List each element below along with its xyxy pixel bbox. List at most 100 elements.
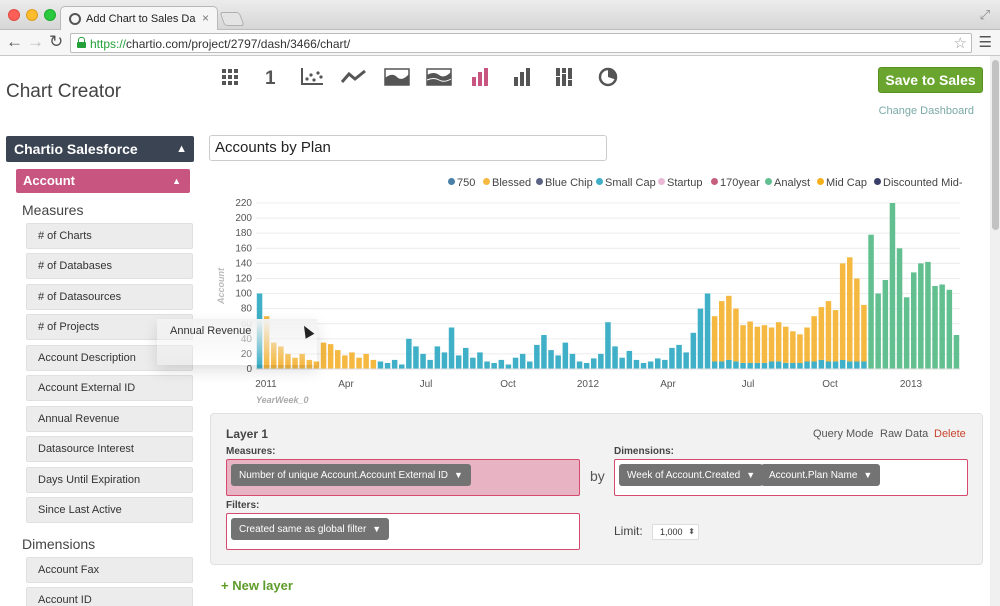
tab-title: Add Chart to Sales Dashboard: [86, 13, 196, 25]
legend-item[interactable]: Small Cap: [596, 177, 656, 189]
dropdown-caret-icon[interactable]: ▼: [863, 470, 872, 480]
browser-menu-icon[interactable]: ☰: [979, 33, 992, 51]
datasource-header[interactable]: Chartio Salesforce ▲: [6, 136, 194, 162]
measure-field[interactable]: Days Until Expiration: [26, 467, 193, 493]
bar-segment: [896, 248, 903, 369]
reload-icon[interactable]: ↻: [49, 32, 63, 52]
legend-item[interactable]: Discounted Mid-: [874, 177, 962, 189]
bar-segment: [754, 363, 761, 369]
dimension-pill[interactable]: Account.Plan Name ▼: [761, 464, 881, 486]
bar-segment: [598, 353, 604, 369]
page-scrollbar[interactable]: [990, 56, 1000, 606]
browser-tab[interactable]: Add Chart to Sales Dashboard ×: [60, 6, 218, 31]
new-tab-button[interactable]: [219, 12, 245, 26]
bar-segment: [925, 261, 931, 369]
y-axis-label: Account: [216, 267, 226, 305]
bar-segment: [541, 335, 547, 369]
measures-section-title: Measures: [22, 202, 84, 218]
collapse-caret-icon[interactable]: ▲: [176, 136, 187, 162]
measure-field[interactable]: # of Databases: [26, 253, 193, 279]
maximize-window-button[interactable]: [44, 9, 56, 21]
dimension-field[interactable]: Account Fax: [26, 557, 193, 583]
accounts-by-plan-chart[interactable]: 020406080100120140160180200220Account201…: [210, 195, 970, 410]
dimension-pill[interactable]: Week of Account.Created ▼: [619, 464, 764, 486]
change-dashboard-link[interactable]: Change Dashboard: [879, 105, 974, 117]
save-to-dashboard-button[interactable]: Save to Sales: [878, 67, 983, 93]
measure-field[interactable]: Since Last Active: [26, 497, 193, 523]
dropdown-caret-icon[interactable]: ▼: [372, 524, 381, 534]
dimension-field[interactable]: Account ID: [26, 587, 193, 606]
delete-layer-link[interactable]: Delete: [934, 428, 966, 440]
stepper-icon[interactable]: ⬍: [688, 525, 695, 539]
filter-pill[interactable]: Created same as global filter ▼: [231, 518, 390, 540]
bar-icon[interactable]: [467, 64, 495, 90]
stacked-area-icon[interactable]: [425, 64, 453, 90]
bar-segment: [441, 352, 448, 369]
measure-field[interactable]: # of Datasources: [26, 284, 193, 310]
legend-item[interactable]: Analyst: [765, 177, 810, 189]
measure-field[interactable]: Annual Revenue: [26, 406, 193, 432]
dropdown-caret-icon[interactable]: ▼: [454, 470, 463, 480]
page-title: Chart Creator: [6, 81, 122, 102]
query-mode-link[interactable]: Query Mode: [813, 428, 874, 440]
bar-segment: [356, 357, 362, 369]
table-icon[interactable]: [216, 64, 244, 90]
fullscreen-icon[interactable]: ⤢: [980, 7, 990, 23]
chart-title-input[interactable]: Accounts by Plan: [209, 135, 607, 161]
dimensions-section-title: Dimensions: [22, 536, 96, 552]
back-arrow-icon[interactable]: ←: [6, 32, 23, 52]
bar-segment: [903, 297, 910, 369]
legend-item[interactable]: Mid Cap: [817, 177, 867, 189]
filters-label: Filters:: [226, 500, 260, 511]
measures-label: Measures:: [226, 446, 276, 457]
legend-item[interactable]: Blessed: [483, 177, 531, 189]
filters-dropzone[interactable]: Created same as global filter ▼: [226, 513, 580, 550]
raw-data-link[interactable]: Raw Data: [880, 428, 928, 440]
measure-pill[interactable]: Number of unique Account.Account Externa…: [231, 464, 471, 486]
bar-segment: [484, 361, 490, 369]
scatter-icon[interactable]: [298, 64, 326, 90]
x-tick-label: Oct: [500, 379, 516, 390]
legend-swatch: [711, 178, 718, 185]
new-layer-button[interactable]: + New layer: [221, 578, 293, 593]
pie-icon[interactable]: [594, 64, 622, 90]
line-icon[interactable]: [340, 64, 368, 90]
dropdown-caret-icon[interactable]: ▼: [746, 470, 755, 480]
address-bar[interactable]: https://chartio.com/project/2797/dash/34…: [70, 33, 972, 53]
table-header-account[interactable]: Account ▲: [16, 169, 190, 193]
bar-segment: [747, 321, 753, 363]
legend-item[interactable]: 750: [448, 177, 475, 189]
dimension-pill-label: Account.Plan Name: [769, 470, 858, 481]
collapse-caret-icon[interactable]: ▲: [172, 169, 181, 193]
legend-item[interactable]: Blue Chip: [536, 177, 593, 189]
chart-svg[interactable]: 020406080100120140160180200220Account201…: [210, 195, 970, 410]
y-tick-label: 100: [235, 289, 252, 300]
bar-segment: [939, 284, 945, 369]
dimension-pill-label: Week of Account.Created: [627, 470, 741, 481]
bar-segment: [804, 327, 810, 362]
limit-input[interactable]: 1,000 ⬍: [652, 524, 699, 540]
measure-field[interactable]: # of Charts: [26, 223, 193, 249]
measures-dropzone[interactable]: Number of unique Account.Account Externa…: [226, 459, 580, 496]
minimize-window-button[interactable]: [26, 9, 38, 21]
area-icon[interactable]: [383, 64, 411, 90]
bar-segment: [761, 363, 768, 369]
measure-field[interactable]: Account External ID: [26, 375, 193, 401]
legend-item[interactable]: Startup: [658, 177, 702, 189]
bar-segment: [505, 364, 512, 369]
single-value-icon[interactable]: 1: [256, 64, 284, 90]
bar-segment: [569, 353, 576, 369]
dragged-field[interactable]: Annual Revenue: [157, 319, 317, 365]
percent-bar-icon[interactable]: [551, 64, 579, 90]
measure-field[interactable]: Datasource Interest: [26, 436, 193, 462]
scrollbar-thumb[interactable]: [992, 60, 999, 230]
bookmark-star-icon[interactable]: ☆: [954, 34, 967, 52]
forward-arrow-icon[interactable]: →: [27, 32, 44, 52]
close-window-button[interactable]: [8, 9, 20, 21]
stacked-bar-icon[interactable]: [509, 64, 537, 90]
tab-close-icon[interactable]: ×: [202, 11, 209, 25]
x-tick-label: 2013: [900, 379, 923, 390]
legend-item[interactable]: 170year: [711, 177, 760, 189]
legend-swatch: [658, 178, 665, 185]
dimensions-dropzone[interactable]: Week of Account.Created ▼ Account.Plan Na…: [614, 459, 968, 496]
